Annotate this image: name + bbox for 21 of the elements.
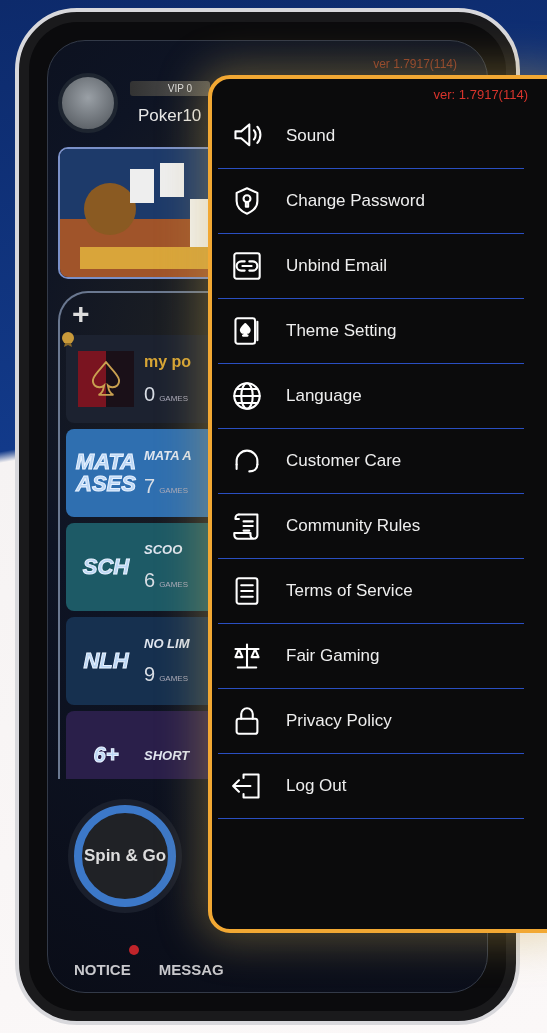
vip-badge: VIP 0 <box>130 80 210 96</box>
games-label: GAMES <box>159 393 189 403</box>
club-logo: NLH <box>82 650 130 672</box>
games-label: GAMES <box>159 674 189 683</box>
games-count: 6 <box>144 569 156 592</box>
version-label: ver: 1.7917(114) <box>433 87 528 102</box>
club-logo: MATA ASES <box>74 451 138 495</box>
club-name: my po <box>144 352 192 371</box>
club-name: NO LIM <box>144 636 190 651</box>
club-name: SHORT <box>144 747 190 763</box>
club-logo: 6+ <box>92 744 120 766</box>
games-label: GAMES <box>159 580 189 589</box>
games-count: 0 <box>144 382 156 406</box>
club-name: SCOO <box>144 542 184 557</box>
club-logo: SCH <box>81 556 131 578</box>
club-name: MATA A <box>144 448 192 463</box>
games-count: 7 <box>144 475 156 498</box>
version-label: ver 1.7917(114) <box>373 57 457 71</box>
username: Poker10 <box>137 105 203 126</box>
games-label: GAMES <box>159 486 189 495</box>
games-count: 9 <box>144 663 156 686</box>
